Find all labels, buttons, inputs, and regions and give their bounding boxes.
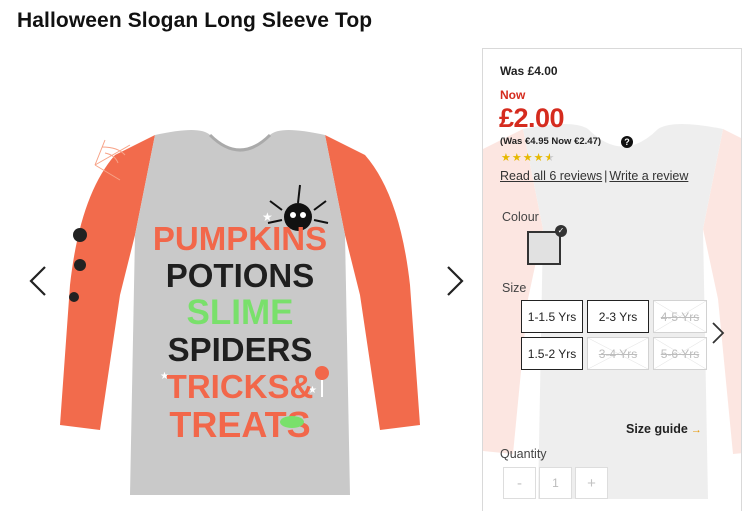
colour-swatch-grey[interactable]: [527, 231, 561, 265]
euro-price-note: (Was €4.95 Now €2.47): [500, 136, 602, 147]
quantity-label: Quantity: [500, 447, 547, 461]
quantity-stepper: - +: [503, 467, 608, 499]
size-options: 1-1.5 Yrs 2-3 Yrs 4-5 Yrs 1.5-2 Yrs 3-4 …: [521, 300, 707, 370]
reviews-links: Read all 6 reviews | Write a review: [500, 169, 688, 183]
product-image: ★ ★ ★ PUMPKINS POTIONS SLIME SPIDERS TRI…: [60, 130, 420, 495]
gallery-next-button[interactable]: [440, 259, 470, 303]
write-review-link[interactable]: Write a review: [609, 169, 688, 183]
purchase-panel: Was £4.00 Now £2.00 (Was €4.95 Now €2.47…: [482, 48, 742, 511]
size-option-1.5-2[interactable]: 1.5-2 Yrs: [521, 337, 583, 370]
now-label: Now: [500, 88, 526, 102]
slogan-slime: SLIME: [187, 293, 294, 332]
gallery-prev-button[interactable]: [23, 259, 53, 303]
rating-stars: ★ ★ ★ ★ ★: [501, 153, 554, 164]
star-icon: ★: [511, 152, 522, 164]
size-guide-label: Size guide: [626, 422, 688, 436]
colour-label: Colour: [502, 210, 539, 224]
current-price: £2.00: [499, 103, 565, 133]
slogan-potions: POTIONS: [166, 257, 315, 294]
size-option-5-6-unavailable[interactable]: 5-6 Yrs: [653, 337, 707, 370]
half-star-icon: ★: [544, 152, 555, 164]
quantity-increase-button[interactable]: +: [575, 467, 608, 499]
product-title: Halloween Slogan Long Sleeve Top: [17, 9, 373, 32]
help-icon[interactable]: ?: [621, 136, 633, 148]
was-price: Was £4.00: [500, 64, 558, 78]
quantity-decrease-button[interactable]: -: [503, 467, 536, 499]
quantity-input[interactable]: [539, 467, 572, 499]
chevron-right-icon[interactable]: [710, 321, 726, 345]
size-label: Size: [502, 281, 527, 295]
chevron-left-icon: [29, 266, 46, 296]
slogan-spiders: SPIDERS: [168, 331, 313, 368]
star-icon: ★: [533, 152, 544, 164]
size-option-3-4-unavailable[interactable]: 3-4 Yrs: [587, 337, 649, 370]
size-option-2-3[interactable]: 2-3 Yrs: [587, 300, 649, 333]
product-gallery: ★ ★ ★ PUMPKINS POTIONS SLIME SPIDERS TRI…: [0, 45, 480, 511]
chevron-right-icon: [447, 266, 464, 296]
slogan-tricks: TRICKS&: [167, 368, 314, 405]
star-icon: ★: [501, 152, 511, 164]
arrow-right-icon: →: [690, 424, 702, 436]
size-option-4-5-unavailable[interactable]: 4-5 Yrs: [653, 300, 707, 333]
product-page: Halloween Slogan Long Sleeve Top ★ ★ ★ P…: [0, 0, 751, 511]
slogan-pumpkins: PUMPKINS: [153, 220, 327, 257]
read-reviews-link[interactable]: Read all 6 reviews: [500, 169, 602, 183]
size-guide-link[interactable]: Size guide →: [626, 422, 702, 436]
star-icon: ★: [522, 152, 533, 164]
check-icon: ✓: [555, 225, 567, 237]
size-option-1-1.5[interactable]: 1-1.5 Yrs: [521, 300, 583, 333]
